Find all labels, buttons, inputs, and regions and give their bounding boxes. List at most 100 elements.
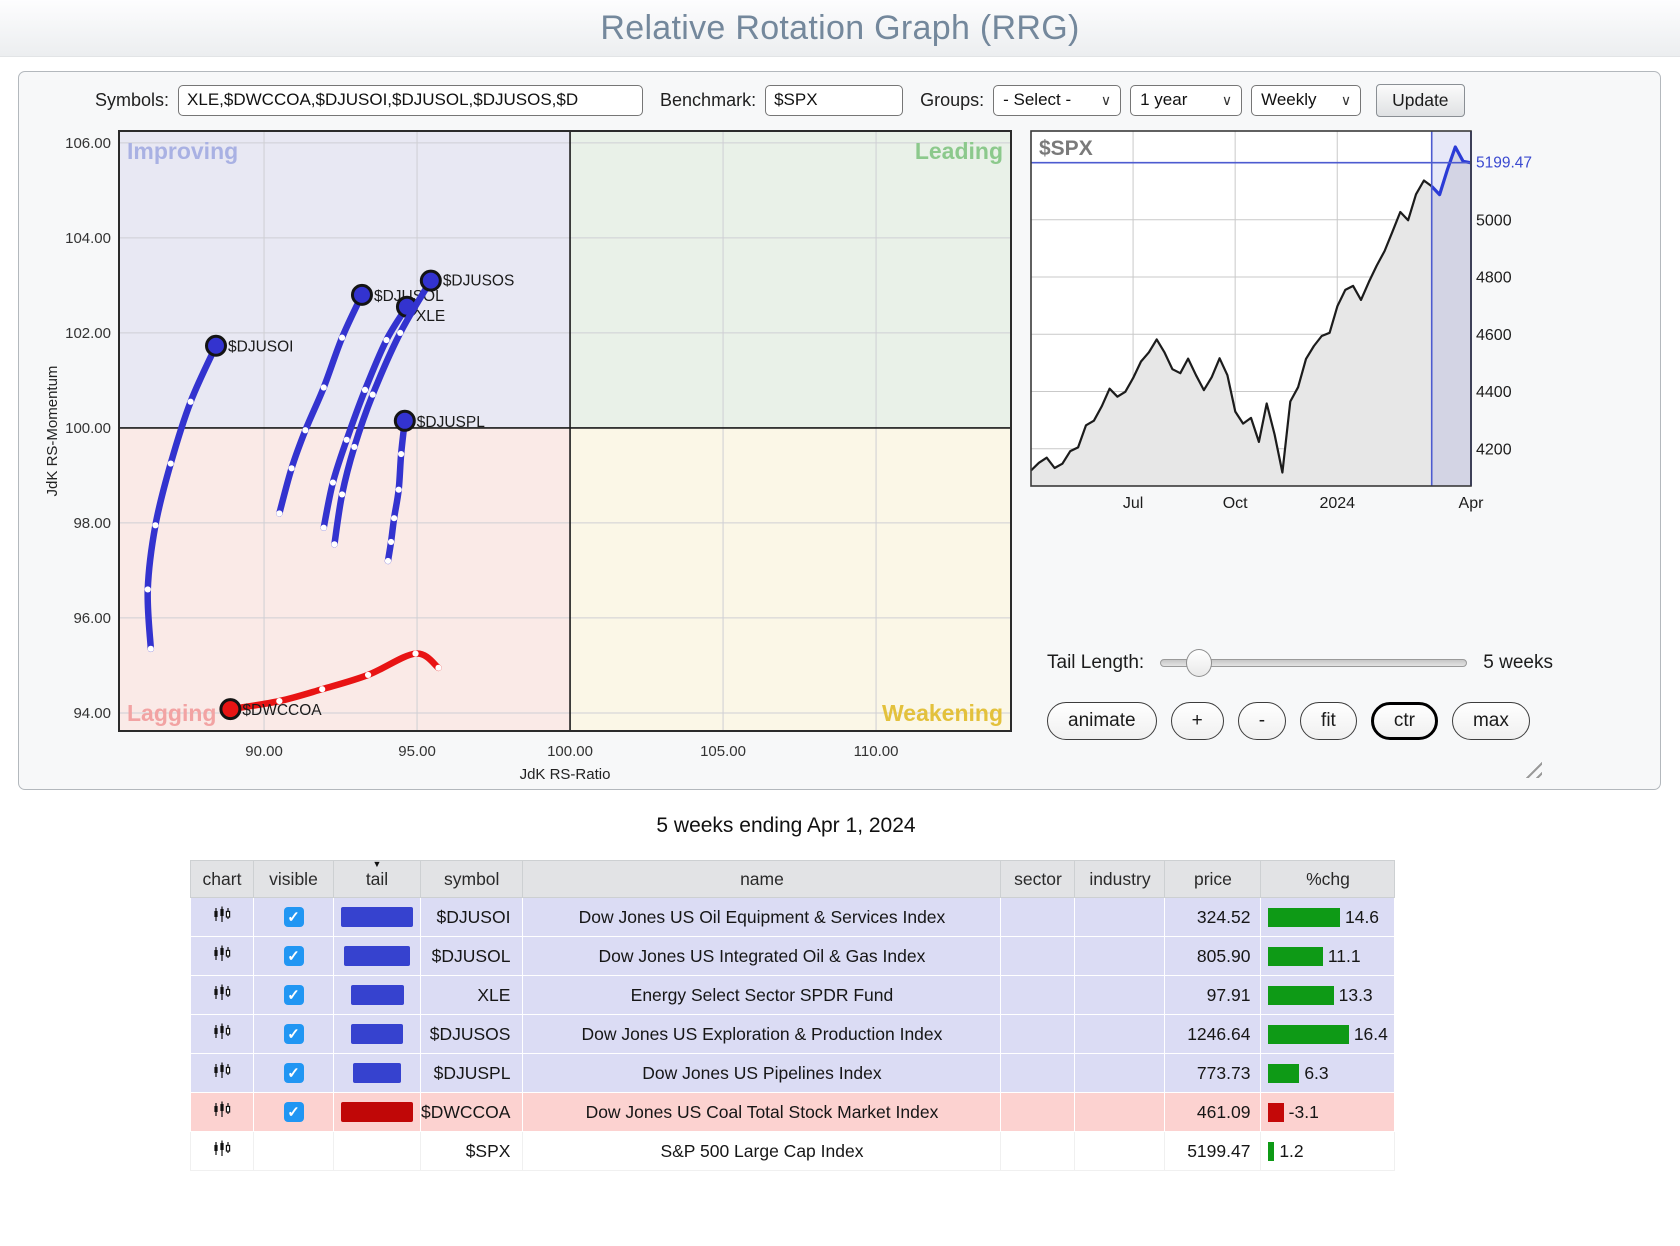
name-cell: Dow Jones US Pipelines Index [523, 1054, 1001, 1093]
chart-link-cell[interactable] [191, 1093, 254, 1132]
name-cell: S&P 500 Large Cap Index [523, 1132, 1001, 1171]
pctchg-cell: 1.2 [1261, 1132, 1395, 1171]
svg-text:90.00: 90.00 [245, 743, 283, 760]
tail-length-slider[interactable] [1160, 659, 1467, 667]
table-row: ✓ $DJUSOSDow Jones US Exploration & Produ… [191, 1015, 1395, 1054]
pctchg-bar [1268, 986, 1333, 1005]
benchmark-input[interactable] [765, 85, 903, 116]
tail-cell [334, 1132, 421, 1171]
symbols-input[interactable] [178, 85, 643, 116]
groups-select-value: - Select - [1003, 90, 1071, 110]
visible-cell: ✓ [254, 1015, 334, 1054]
symbol-cell: $DJUSOL [421, 937, 523, 976]
zoom-in-button[interactable]: + [1171, 702, 1224, 740]
sector-cell [1001, 1132, 1075, 1171]
tail-length-value: 5 weeks [1483, 652, 1553, 674]
col-header-symbol[interactable]: symbol [421, 861, 523, 898]
table-row: ✓ $DJUSOLDow Jones US Integrated Oil & Ga… [191, 937, 1395, 976]
tail-cell [334, 1054, 421, 1093]
y-axis-title: JdK RS-Momentum [44, 366, 61, 497]
candlestick-chart-icon [212, 1140, 232, 1157]
name-cell: Dow Jones US Exploration & Production In… [523, 1015, 1001, 1054]
benchmark-last-price: 5199.47 [1476, 155, 1532, 172]
period-select[interactable]: 1 year ∨ [1130, 85, 1242, 116]
rrg-symbol-label: $DJUSOS [443, 273, 515, 290]
resize-grip[interactable] [1524, 760, 1542, 778]
col-header-visible[interactable]: visible [254, 861, 334, 898]
symbol-cell: $DJUSPL [421, 1054, 523, 1093]
tail-color-swatch[interactable] [351, 985, 404, 1005]
visible-cell: ✓ [254, 898, 334, 937]
groups-select[interactable]: - Select - ∨ [993, 85, 1121, 116]
groups-label: Groups: [920, 90, 984, 111]
tail-color-swatch[interactable] [344, 946, 410, 966]
sector-cell [1001, 1093, 1075, 1132]
visible-cell [254, 1132, 334, 1171]
price-cell: 461.09 [1165, 1093, 1261, 1132]
max-button[interactable]: max [1452, 702, 1530, 740]
price-cell: 324.52 [1165, 898, 1261, 937]
col-header-pctchg[interactable]: %chg [1261, 861, 1395, 898]
visible-checkbox[interactable]: ✓ [284, 907, 304, 927]
visible-checkbox[interactable]: ✓ [284, 1102, 304, 1122]
col-header-industry[interactable]: industry [1075, 861, 1165, 898]
chart-link-cell[interactable] [191, 976, 254, 1015]
name-cell: Dow Jones US Integrated Oil & Gas Index [523, 937, 1001, 976]
svg-text:100.00: 100.00 [65, 420, 111, 437]
chevron-down-icon: ∨ [1222, 92, 1232, 109]
pctchg-cell: 16.4 [1261, 1015, 1395, 1054]
svg-text:102.00: 102.00 [65, 325, 111, 342]
quadrant-label-leading: Leading [915, 138, 1003, 164]
chevron-down-icon: ∨ [1341, 92, 1351, 109]
rrg-buttons-row: animate + - fit ctr max [1047, 702, 1530, 740]
chart-link-cell[interactable] [191, 1015, 254, 1054]
col-header-name[interactable]: name [523, 861, 1001, 898]
chart-link-cell[interactable] [191, 1132, 254, 1171]
update-button[interactable]: Update [1376, 84, 1464, 117]
visible-checkbox[interactable]: ✓ [284, 946, 304, 966]
col-header-sector[interactable]: sector [1001, 861, 1075, 898]
quadrant-label-weakening: Weakening [882, 700, 1003, 726]
quadrant-label-lagging: Lagging [127, 700, 216, 726]
visible-checkbox[interactable]: ✓ [284, 1063, 304, 1083]
col-header-chart[interactable]: chart [191, 861, 254, 898]
center-button[interactable]: ctr [1371, 702, 1438, 740]
fit-button[interactable]: fit [1300, 702, 1357, 740]
industry-cell [1075, 1132, 1165, 1171]
tail-cell [334, 1015, 421, 1054]
tail-color-swatch[interactable] [353, 1063, 401, 1083]
tail-color-swatch[interactable] [351, 1024, 403, 1044]
visible-checkbox[interactable]: ✓ [284, 985, 304, 1005]
frequency-select[interactable]: Weekly ∨ [1251, 85, 1361, 116]
tail-color-swatch[interactable] [341, 907, 413, 927]
col-header-price[interactable]: price [1165, 861, 1261, 898]
animate-button[interactable]: animate [1047, 702, 1157, 740]
svg-text:4800: 4800 [1476, 270, 1512, 287]
tail-color-swatch[interactable] [341, 1102, 413, 1122]
chart-link-cell[interactable] [191, 898, 254, 937]
table-row: ✓$DJUSPLDow Jones US Pipelines Index773.… [191, 1054, 1395, 1093]
chart-link-cell[interactable] [191, 937, 254, 976]
slider-thumb[interactable] [1186, 649, 1212, 677]
visible-checkbox[interactable]: ✓ [284, 1024, 304, 1044]
zoom-out-button[interactable]: - [1238, 702, 1286, 740]
symbol-cell: XLE [421, 976, 523, 1015]
rrg-symbol-label: $DWCCOA [242, 702, 322, 719]
pctchg-value: -3.1 [1289, 1102, 1319, 1123]
chart-link-cell[interactable] [191, 1054, 254, 1093]
svg-text:Oct: Oct [1223, 495, 1248, 512]
industry-cell [1075, 1093, 1165, 1132]
app-header: Relative Rotation Graph (RRG) [0, 0, 1680, 57]
sort-desc-icon: ▼ [373, 860, 382, 869]
symbol-cell: $DWCCOA [421, 1093, 523, 1132]
symbol-cell: $DJUSOI [421, 898, 523, 937]
symbol-cell: $DJUSOS [421, 1015, 523, 1054]
pctchg-cell: 13.3 [1261, 976, 1395, 1015]
sector-cell [1001, 976, 1075, 1015]
pctchg-value: 16.4 [1354, 1024, 1388, 1045]
pctchg-value: 1.2 [1279, 1141, 1303, 1162]
svg-text:5000: 5000 [1476, 212, 1512, 229]
table-row: $SPXS&P 500 Large Cap Index5199.471.2 [191, 1132, 1395, 1171]
tail-length-label: Tail Length: [1047, 652, 1144, 674]
col-header-tail[interactable]: ▼tail [334, 861, 421, 898]
